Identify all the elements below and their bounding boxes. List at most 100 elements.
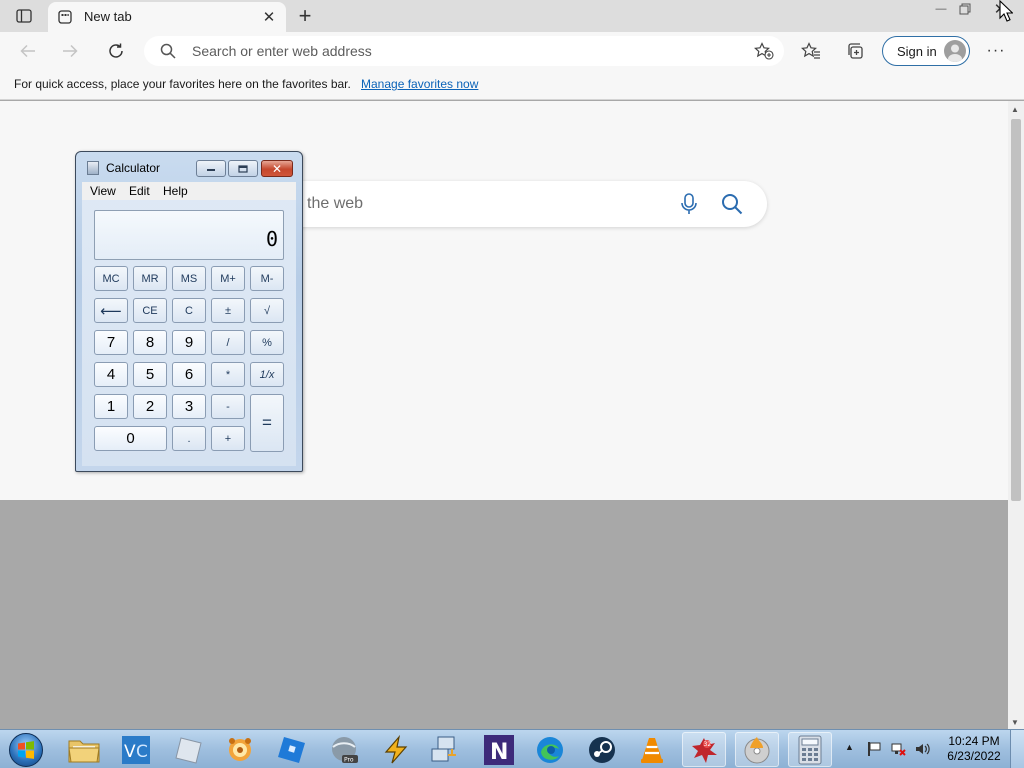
volume-icon[interactable]	[914, 741, 930, 757]
manage-favorites-link[interactable]: Manage favorites now	[361, 77, 478, 91]
reciprocal-button[interactable]: 1/x	[250, 362, 284, 387]
microphone-icon[interactable]	[679, 193, 699, 215]
collections-button[interactable]	[844, 40, 866, 62]
digit-0-button[interactable]: 0	[94, 426, 167, 451]
svg-text:32: 32	[704, 741, 712, 748]
percent-button[interactable]: %	[250, 330, 284, 355]
scroll-down-icon[interactable]: ▼	[1011, 718, 1019, 727]
page-scrollbar[interactable]: ▲ ▼	[1008, 101, 1024, 729]
start-button[interactable]	[6, 731, 46, 768]
digit-2-button[interactable]: 2	[133, 394, 167, 419]
network-scanner-icon	[431, 736, 456, 761]
digit-6-button[interactable]: 6	[172, 362, 206, 387]
digit-3-button[interactable]: 3	[172, 394, 206, 419]
taskbar-app-winamp[interactable]	[374, 732, 418, 767]
ms-button[interactable]: MS	[172, 266, 206, 291]
google-earth-icon: Pro	[332, 736, 358, 763]
taskbar-app-burning[interactable]	[735, 732, 779, 767]
taskbar-app-network-scanner[interactable]	[422, 732, 466, 767]
svg-text:V: V	[124, 742, 136, 762]
windows-logo-icon	[9, 732, 43, 767]
calculator-body: View Edit Help 0 MC MR MS M+ M- ⟵ CE C ±…	[82, 182, 296, 466]
tab-actions-button[interactable]	[10, 5, 38, 27]
taskbar-app-vc[interactable]: VC	[114, 732, 158, 767]
calculator-window: Calculator ✕ View Edit Help 0 MC MR MS M…	[75, 151, 303, 472]
calculator-minimize-button[interactable]	[196, 160, 226, 177]
digit-9-button[interactable]: 9	[172, 330, 206, 355]
collections-icon	[848, 43, 863, 59]
mc-button[interactable]: MC	[94, 266, 128, 291]
winamp-icon	[384, 734, 408, 763]
taskbar-app-roblox[interactable]	[270, 732, 314, 767]
browser-titlebar: New tab ✕ + — ✕	[0, 0, 1024, 32]
taskbar-app-vlc[interactable]	[630, 732, 674, 767]
digit-4-button[interactable]: 4	[94, 362, 128, 387]
tab-new-tab[interactable]: New tab ✕	[48, 2, 286, 32]
calculator-maximize-button[interactable]	[228, 160, 258, 177]
taskbar-app-calculator[interactable]	[788, 732, 832, 767]
sign-in-button[interactable]: Sign in	[882, 36, 970, 66]
scroll-up-icon[interactable]: ▲	[1011, 105, 1019, 114]
digit-7-button[interactable]: 7	[94, 330, 128, 355]
forward-button[interactable]	[56, 38, 84, 64]
plus-minus-button[interactable]: ±	[211, 298, 245, 323]
taskbar-app-gimp[interactable]	[218, 732, 262, 767]
m-minus-button[interactable]: M-	[250, 266, 284, 291]
digit-5-button[interactable]: 5	[133, 362, 167, 387]
taskbar-app-steam[interactable]	[580, 732, 624, 767]
decimal-button[interactable]: .	[172, 426, 206, 451]
show-hidden-icons-chevron-icon[interactable]: ▲	[845, 742, 854, 752]
system-clock[interactable]: 10:24 PM 6/23/2022	[944, 734, 1004, 764]
maximize-icon	[238, 164, 248, 173]
address-bar[interactable]	[144, 36, 784, 66]
action-center-flag-icon[interactable]	[866, 741, 882, 757]
taskbar-app-roblox-studio[interactable]	[166, 732, 210, 767]
subtract-button[interactable]: -	[211, 394, 245, 419]
address-input[interactable]	[192, 42, 732, 60]
taskbar-app-n[interactable]: N	[477, 732, 521, 767]
calculator-titlebar[interactable]: Calculator ✕	[76, 152, 302, 182]
favorites-button[interactable]	[800, 40, 822, 62]
mr-button[interactable]: MR	[133, 266, 167, 291]
equals-button[interactable]: =	[250, 394, 284, 452]
favorites-bar: For quick access, place your favorites h…	[0, 70, 1024, 100]
add-button[interactable]: +	[211, 426, 245, 451]
taskbar-app-ant[interactable]: 32	[682, 732, 726, 767]
divide-button[interactable]: /	[211, 330, 245, 355]
taskbar-app-google-earth-pro[interactable]: Pro	[322, 732, 366, 767]
vlc-icon	[641, 737, 663, 763]
network-disconnected-icon[interactable]	[890, 741, 906, 757]
favorites-icon	[801, 42, 820, 59]
calculator-close-button[interactable]: ✕	[261, 160, 293, 177]
taskbar-app-explorer[interactable]	[62, 732, 106, 767]
clock-date: 6/23/2022	[947, 749, 1001, 763]
window-restore-button[interactable]	[954, 1, 976, 17]
digit-1-button[interactable]: 1	[94, 394, 128, 419]
refresh-button[interactable]	[102, 38, 130, 64]
menu-view[interactable]: View	[90, 184, 116, 198]
n-app-icon: N	[484, 734, 514, 765]
clear-button[interactable]: C	[172, 298, 206, 323]
backspace-button[interactable]: ⟵	[94, 298, 128, 323]
more-options-button[interactable]: ···	[984, 40, 1008, 62]
scroll-thumb[interactable]	[1011, 119, 1021, 501]
back-button[interactable]	[14, 38, 42, 64]
taskbar-app-microsoft-edge[interactable]	[528, 732, 572, 767]
menu-help[interactable]: Help	[163, 184, 188, 198]
web-search-icon[interactable]	[721, 193, 743, 215]
show-desktop-button[interactable]	[1010, 730, 1024, 768]
add-favorite-icon[interactable]	[754, 42, 774, 60]
calculator-menubar: View Edit Help	[82, 182, 296, 200]
tab-close-icon[interactable]: ✕	[260, 8, 278, 26]
web-search-box[interactable]: the web	[255, 181, 767, 227]
m-plus-button[interactable]: M+	[211, 266, 245, 291]
tab-actions-icon	[16, 9, 32, 23]
roblox-studio-icon	[175, 736, 202, 764]
digit-8-button[interactable]: 8	[133, 330, 167, 355]
ce-button[interactable]: CE	[133, 298, 167, 323]
window-minimize-button[interactable]: —	[930, 1, 952, 17]
multiply-button[interactable]: *	[211, 362, 245, 387]
square-root-button[interactable]: √	[250, 298, 284, 323]
menu-edit[interactable]: Edit	[129, 184, 150, 198]
new-tab-button[interactable]: +	[292, 3, 318, 29]
